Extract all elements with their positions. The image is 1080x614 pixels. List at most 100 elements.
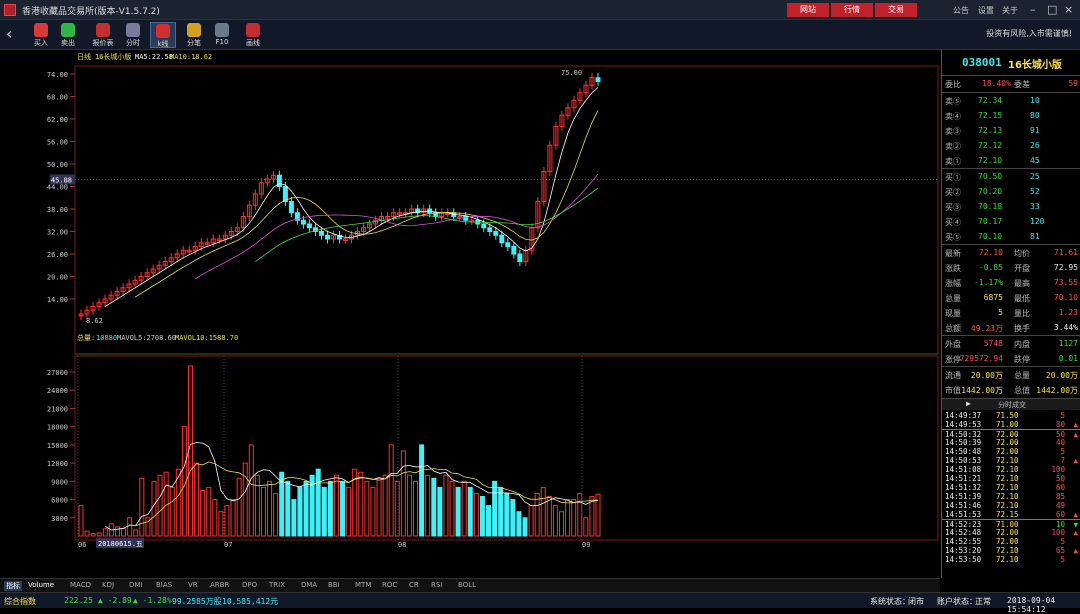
ma10-label: MA10:18.62 bbox=[170, 53, 212, 61]
tab-macd[interactable]: MACD bbox=[70, 581, 91, 589]
tick-volume: 5 bbox=[1060, 537, 1065, 546]
volume-bar bbox=[212, 499, 218, 537]
volume-bar bbox=[534, 492, 540, 537]
volume-bar bbox=[267, 480, 273, 537]
toolbar: ‹ 买入 卖出 报价表 分时 k线 分笔 F10 画线 投资有风险,入市需谨慎! bbox=[0, 20, 1080, 50]
volume-bar bbox=[473, 492, 479, 537]
tab-bbi[interactable]: BBI bbox=[328, 581, 340, 589]
tick-volume: 85 bbox=[1055, 492, 1065, 501]
tab-arbr[interactable]: ARBR bbox=[210, 581, 229, 589]
sell-label: 卖③ bbox=[945, 127, 961, 136]
tick-price: 72.10 bbox=[996, 555, 1019, 564]
buy-volume: 81 bbox=[1030, 232, 1040, 241]
quote-header: 038001 16长城小版 bbox=[942, 54, 1080, 74]
stock-name: 16长城小版 bbox=[1008, 60, 1062, 71]
close-icon[interactable]: × bbox=[1064, 3, 1073, 16]
system-status-value: 闭市 bbox=[908, 597, 924, 606]
stat-value: 20.00万 bbox=[1045, 371, 1078, 380]
toolbar-f10-button[interactable]: F10 bbox=[209, 22, 235, 48]
sell-row: 卖① 72.10 45 bbox=[942, 153, 1080, 168]
tab-cr[interactable]: CR bbox=[409, 581, 419, 589]
sell-volume: 80 bbox=[1030, 111, 1040, 120]
tick-row: 14:50:32 72.00 50 ▲ bbox=[942, 429, 1080, 439]
volume-bar bbox=[425, 474, 431, 537]
tab-mtm[interactable]: MTM bbox=[355, 581, 371, 589]
index-change: ▲ -2.89 bbox=[98, 596, 132, 605]
window-title: 香港收藏品交易所(版本-V1.5.7.2) bbox=[22, 7, 160, 17]
about-link[interactable]: 关于 bbox=[1002, 5, 1018, 16]
stat-label: 最高 bbox=[1014, 279, 1030, 288]
stock-code: 038001 bbox=[962, 56, 1002, 69]
volume-bar bbox=[90, 533, 96, 537]
tab-kdj[interactable]: KDJ bbox=[102, 581, 114, 589]
tab-volume[interactable]: Volume bbox=[28, 581, 54, 589]
volume-bar bbox=[133, 529, 139, 537]
website-button[interactable]: 网站 bbox=[787, 3, 829, 17]
toolbar-label: 分笔 bbox=[187, 39, 201, 47]
volume-bar bbox=[546, 496, 552, 537]
tick-time: 14:51:21 bbox=[945, 474, 982, 483]
price-tick-label: 50.00 bbox=[47, 161, 68, 169]
tab-指标[interactable]: 指标 bbox=[4, 581, 22, 591]
volume-bar bbox=[327, 480, 333, 537]
toolbar-buy-button[interactable]: 买入 bbox=[28, 22, 54, 48]
buy-price: 70.18 bbox=[978, 202, 1003, 211]
tab-dma[interactable]: DMA bbox=[301, 581, 317, 589]
buy-label: 买④ bbox=[945, 218, 961, 227]
tab-vr[interactable]: VR bbox=[188, 581, 198, 589]
maximize-icon[interactable]: □ bbox=[1047, 3, 1057, 16]
notice-link[interactable]: 公告 bbox=[953, 5, 969, 16]
tab-bias[interactable]: BIAS bbox=[156, 581, 172, 589]
weibi-value: 18.40% bbox=[982, 79, 1011, 88]
minimize-icon[interactable]: – bbox=[1030, 3, 1036, 16]
price-tick-label: 32.00 bbox=[47, 229, 68, 237]
stat-label: 总值 bbox=[1014, 386, 1030, 395]
tick-price: 72.10 bbox=[996, 492, 1019, 501]
toolbar-draw-line-button[interactable]: 画线 bbox=[240, 22, 266, 48]
weibi-row: 委比 18.40% 委差 59 bbox=[942, 76, 1080, 91]
stat-value: 1127 bbox=[1058, 339, 1078, 348]
toolbar-sell-button[interactable]: 卖出 bbox=[55, 22, 81, 48]
trade-button[interactable]: 交易 bbox=[875, 3, 917, 17]
toolbar-timeshare-button[interactable]: 分时 bbox=[120, 22, 146, 48]
volume-bar bbox=[516, 511, 522, 537]
crosshair-price-label: 45.88 bbox=[51, 176, 72, 184]
price-tick-label: 56.00 bbox=[47, 139, 68, 147]
tab-boll[interactable]: BOLL bbox=[458, 581, 476, 589]
tick-volume: 49 bbox=[1055, 501, 1065, 510]
tick-row: 14:51:21 72.10 50 bbox=[942, 474, 1080, 483]
market-button[interactable]: 行情 bbox=[831, 3, 873, 17]
tab-roc[interactable]: ROC bbox=[382, 581, 397, 589]
stat-value: 729572.94 bbox=[959, 354, 1003, 363]
toolbar-tick-button[interactable]: 分笔 bbox=[181, 22, 207, 48]
volume-bar bbox=[114, 526, 120, 537]
tick-price: 71.50 bbox=[996, 411, 1019, 420]
tab-rsi[interactable]: RSI bbox=[431, 581, 442, 589]
buy-volume: 52 bbox=[1030, 187, 1040, 196]
tab-trix[interactable]: TRIX bbox=[269, 581, 285, 589]
tick-price: 72.15 bbox=[996, 510, 1019, 519]
sell-price: 72.13 bbox=[978, 126, 1003, 135]
sell-volume: 10 bbox=[1030, 96, 1040, 105]
volume-label: 总量: bbox=[77, 333, 95, 342]
volume-bar bbox=[285, 480, 291, 537]
stat-value: 72.10 bbox=[978, 248, 1003, 257]
month-label: 08 bbox=[398, 541, 406, 549]
toolbar-quote-table-button[interactable]: 报价表 bbox=[90, 22, 116, 48]
tab-dmi[interactable]: DMI bbox=[129, 581, 143, 589]
toolbar-kline-button[interactable]: k线 bbox=[150, 22, 176, 48]
tick-time: 14:51:39 bbox=[945, 492, 982, 501]
volume-bar bbox=[370, 486, 376, 537]
stat-row: 涨跌 -0.85 开盘 72.95 bbox=[942, 260, 1080, 275]
tab-dpo[interactable]: DPO bbox=[242, 581, 257, 589]
tick-volume: 40 bbox=[1055, 438, 1065, 447]
kline-chart-svg[interactable]: 日线 16长城小版 MA5:22.58MA10:18.62 74.00 68.00 62.… bbox=[0, 50, 940, 578]
play-icon[interactable]: ▶ bbox=[966, 399, 971, 408]
tick-price: 72.00 bbox=[996, 528, 1019, 537]
tick-volume: 5 bbox=[1060, 411, 1065, 420]
stat-value: 5748 bbox=[983, 339, 1003, 348]
kline-chart-area[interactable]: 日线 16长城小版 MA5:22.58 MA10:18.62 74.00 68.00 62.… bbox=[0, 50, 940, 578]
stat-row: 现量 5 量比 1.23 bbox=[942, 305, 1080, 320]
back-arrow-icon[interactable]: ‹ bbox=[6, 24, 12, 43]
settings-link[interactable]: 设置 bbox=[978, 5, 994, 16]
